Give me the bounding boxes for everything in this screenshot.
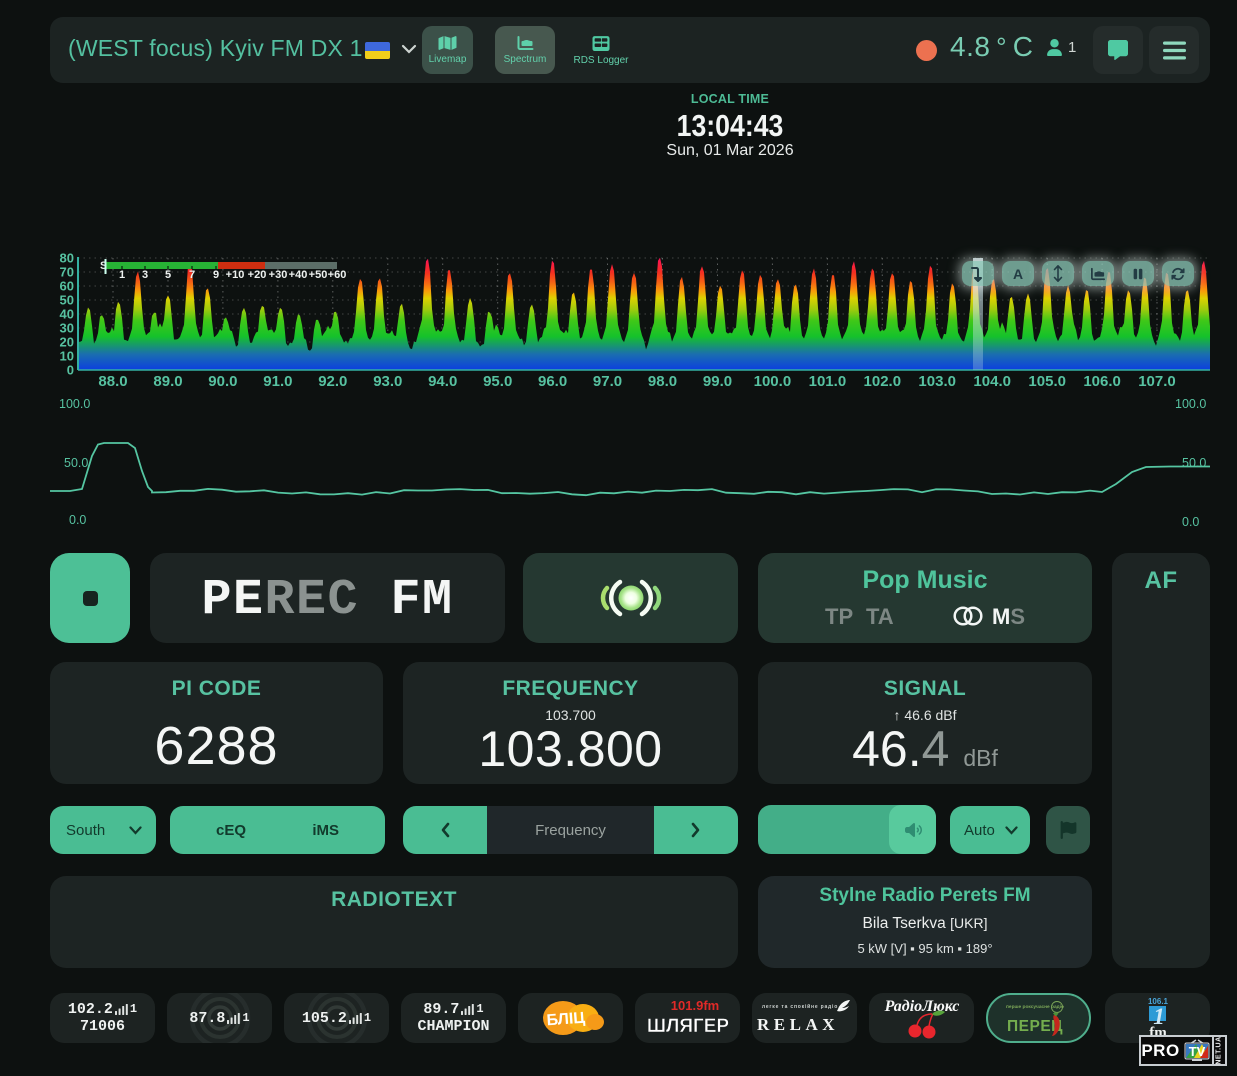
svg-text:TV: TV [1188,1044,1205,1059]
svg-text:100.0: 100.0 [754,373,792,390]
svg-text:95.0: 95.0 [483,373,512,390]
svg-text:90.0: 90.0 [208,373,237,390]
svg-text:60: 60 [60,279,74,294]
svg-text:БЛІЦ: БЛІЦ [546,1010,586,1030]
svg-text:+20: +20 [248,269,267,281]
svg-text:100.0: 100.0 [1175,397,1206,411]
svg-text:102.0: 102.0 [864,373,902,390]
svg-text:50: 50 [60,293,74,308]
svg-text:101.0: 101.0 [809,373,847,390]
svg-text:80: 80 [60,252,74,266]
svg-text:96.0: 96.0 [538,373,567,390]
svg-text:99.0: 99.0 [703,373,732,390]
svg-text:92.0: 92.0 [318,373,347,390]
svg-text:5: 5 [165,269,171,281]
svg-text:9: 9 [213,269,219,281]
svg-text:97.0: 97.0 [593,373,622,390]
svg-text:10: 10 [60,349,74,364]
svg-text:105.0: 105.0 [1028,373,1066,390]
svg-text:RELAX: RELAX [756,1015,838,1034]
svg-text:100.0: 100.0 [59,397,90,411]
svg-text:0.0: 0.0 [1182,515,1199,529]
svg-text:50.0: 50.0 [1182,456,1206,470]
svg-text:ШЛЯГЕР: ШЛЯГЕР [646,1016,729,1037]
svg-text:50.0: 50.0 [64,456,88,470]
svg-text:0: 0 [67,363,74,378]
svg-text:70: 70 [60,265,74,280]
svg-text:+10: +10 [226,269,245,281]
svg-text:+40: +40 [289,269,308,281]
svg-text:101.9fm: 101.9fm [670,998,718,1013]
svg-text:перше роксучасне радіо: перше роксучасне радіо [1006,1004,1064,1010]
svg-text:+50: +50 [309,269,328,281]
svg-text:A: A [1013,266,1023,282]
svg-text:+30: +30 [269,269,288,281]
svg-text:0.0: 0.0 [69,513,86,527]
svg-text:104.0: 104.0 [973,373,1011,390]
svg-text:3: 3 [142,269,148,281]
svg-text:7: 7 [189,269,195,281]
svg-text:91.0: 91.0 [263,373,292,390]
svg-text:89.0: 89.0 [153,373,182,390]
svg-text:107.0: 107.0 [1138,373,1176,390]
svg-text:легке та спокійне радіо: легке та спокійне радіо [761,1003,837,1010]
svg-text:+60: +60 [328,269,347,281]
svg-text:98.0: 98.0 [648,373,677,390]
svg-text:106.0: 106.0 [1083,373,1121,390]
svg-text:РадіоЛюкс: РадіоЛюкс [883,998,959,1015]
svg-text:94.0: 94.0 [428,373,457,390]
svg-text:103.0: 103.0 [918,373,956,390]
svg-text:1: 1 [119,269,125,281]
svg-text:93.0: 93.0 [373,373,402,390]
svg-text:88.0: 88.0 [98,373,127,390]
svg-text:30: 30 [60,321,74,336]
svg-text:40: 40 [60,307,74,322]
svg-text:20: 20 [60,335,74,350]
